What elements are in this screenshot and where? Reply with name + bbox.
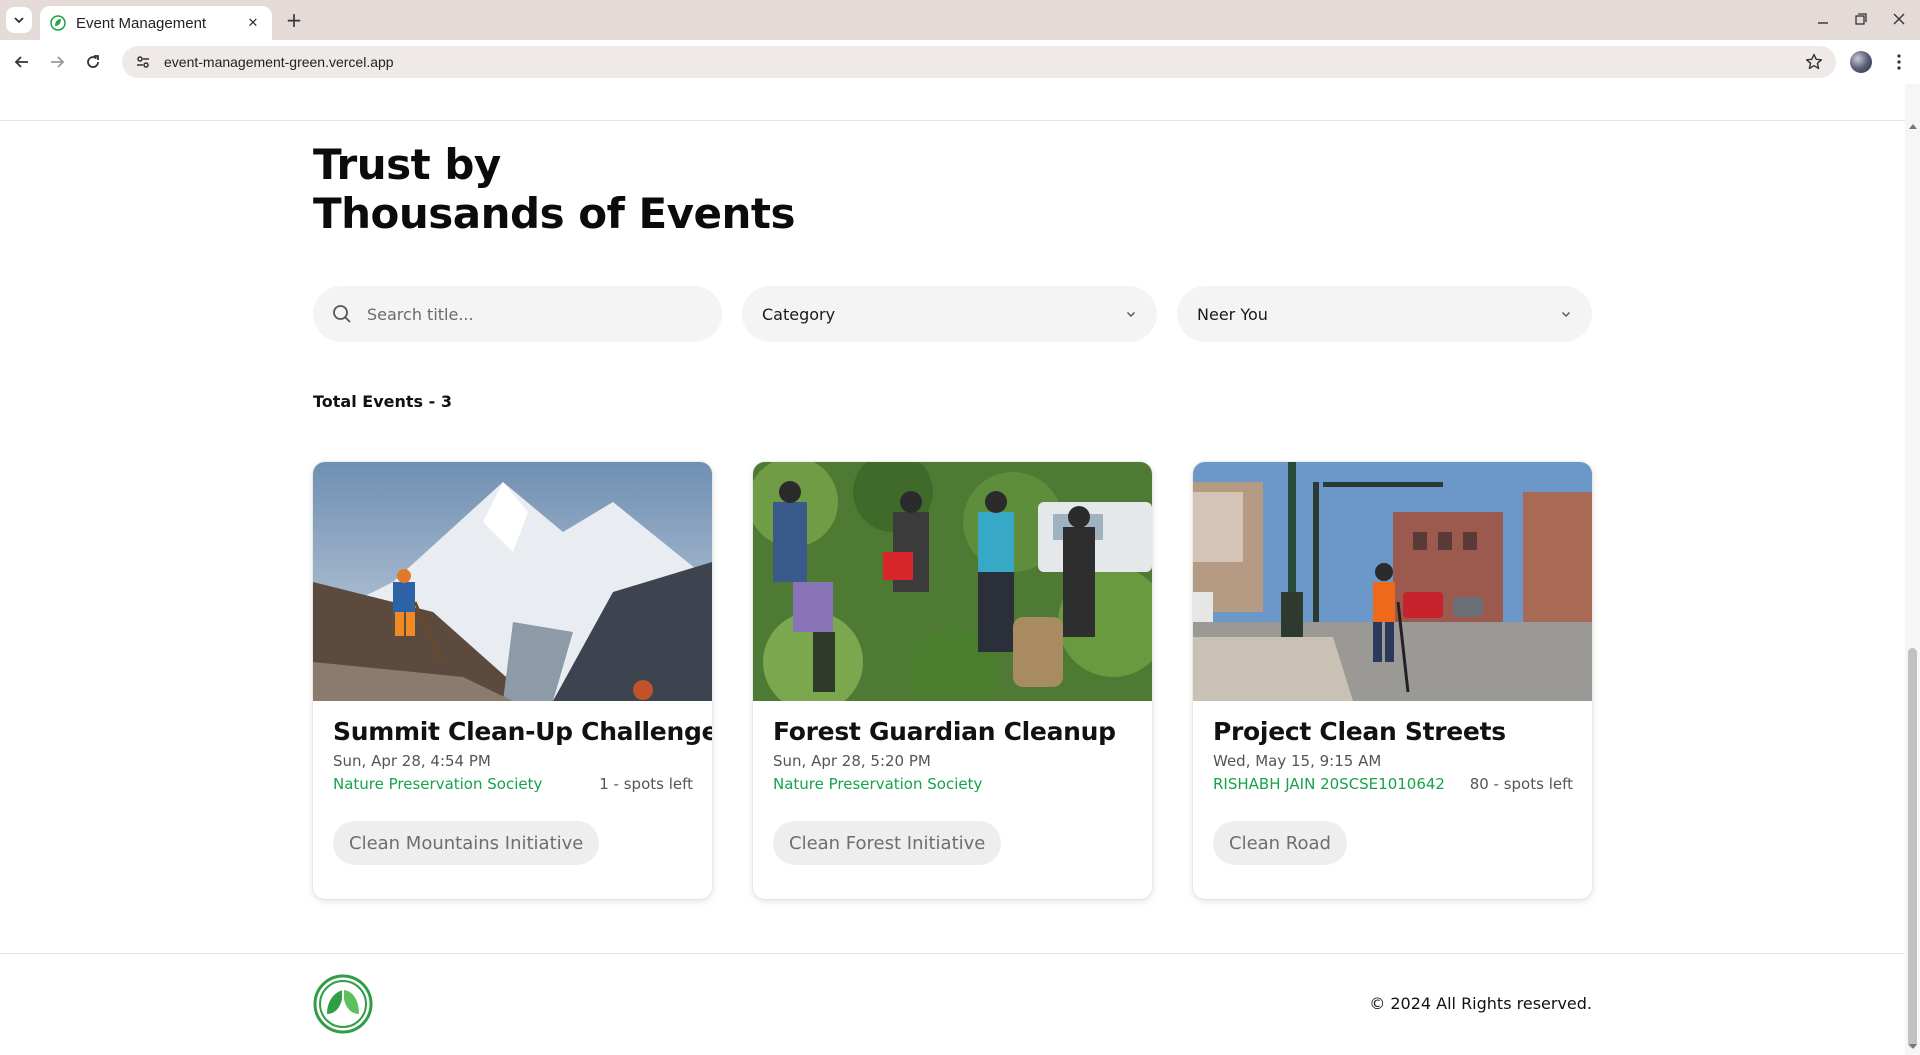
mountain-cleanup-image	[313, 462, 712, 701]
event-card[interactable]: Project Clean Streets Wed, May 15, 9:15 …	[1193, 462, 1592, 899]
chevron-down-icon	[14, 17, 24, 24]
event-category-tag[interactable]: Clean Road	[1213, 821, 1347, 865]
tab-search-button[interactable]	[6, 7, 32, 33]
tab-title: Event Management	[76, 14, 207, 32]
event-card[interactable]: Summit Clean-Up Challenge Sun, Apr 28, 4…	[313, 462, 712, 899]
event-spots-left: 1 - spots left	[599, 775, 693, 793]
copyright-text: © 2024 All Rights reserved.	[1369, 994, 1592, 1013]
scrollbar-thumb[interactable]	[1908, 648, 1917, 1048]
scroll-down-arrow-icon[interactable]	[1909, 1044, 1917, 1049]
page-title-line-2: Thousands of Events	[313, 189, 796, 238]
event-category-tag[interactable]: Clean Forest Initiative	[773, 821, 1002, 865]
plus-icon[interactable]: +	[282, 8, 306, 32]
page-title-line-1: Trust by	[313, 140, 501, 189]
leaf-favicon-icon	[50, 15, 66, 31]
site-info-icon[interactable]	[132, 51, 154, 73]
location-select-label: Neer You	[1197, 304, 1268, 324]
event-organizer: Nature Preservation Society	[773, 775, 983, 793]
category-select[interactable]: Category	[742, 286, 1157, 342]
event-meta: Nature Preservation Society 1 - spots le…	[333, 775, 693, 793]
event-card-body: Summit Clean-Up Challenge Sun, Apr 28, 4…	[333, 717, 712, 793]
profile-avatar[interactable]	[1850, 51, 1872, 73]
search-icon	[331, 303, 353, 325]
forward-arrow-icon[interactable]	[45, 50, 69, 74]
restore-icon[interactable]	[1850, 6, 1872, 32]
event-date: Sun, Apr 28, 5:20 PM	[773, 752, 931, 770]
chevron-down-icon	[1562, 312, 1570, 317]
address-bar[interactable]: event-management-green.vercel.app	[122, 46, 1836, 78]
event-card-list: Summit Clean-Up Challenge Sun, Apr 28, 4…	[313, 462, 1593, 902]
filter-bar: Category Neer You	[313, 286, 1592, 342]
event-meta: Nature Preservation Society	[773, 775, 1133, 793]
browser-tab-bar: Event Management ✕ +	[0, 0, 1920, 40]
event-date: Sun, Apr 28, 4:54 PM	[333, 752, 491, 770]
location-select[interactable]: Neer You	[1177, 286, 1592, 342]
close-icon[interactable]: ✕	[244, 14, 262, 32]
category-select-label: Category	[762, 304, 836, 324]
leaf-logo-icon[interactable]	[313, 974, 373, 1034]
event-organizer: RISHABH JAIN 20SCSE1010642	[1213, 775, 1445, 793]
more-menu-icon[interactable]	[1887, 50, 1911, 74]
event-card-body: Project Clean Streets Wed, May 15, 9:15 …	[1213, 717, 1573, 793]
vertical-scrollbar[interactable]	[1905, 84, 1920, 1055]
total-events-count: Total Events - 3	[313, 392, 452, 411]
reload-icon[interactable]	[81, 50, 105, 74]
event-card[interactable]: Forest Guardian Cleanup Sun, Apr 28, 5:2…	[753, 462, 1152, 899]
page-content: Trust by Thousands of Events Category Ne…	[0, 84, 1905, 1055]
url-text[interactable]: event-management-green.vercel.app	[164, 54, 1800, 70]
street-sweeper-image	[1193, 462, 1592, 701]
event-card-body: Forest Guardian Cleanup Sun, Apr 28, 5:2…	[773, 717, 1133, 793]
event-meta: RISHABH JAIN 20SCSE1010642 80 - spots le…	[1213, 775, 1573, 793]
window-controls	[1812, 6, 1910, 32]
browser-tab-active[interactable]: Event Management ✕	[40, 6, 272, 40]
bookmark-star-icon[interactable]	[1800, 48, 1828, 76]
browser-toolbar: event-management-green.vercel.app	[0, 40, 1920, 84]
event-title[interactable]: Project Clean Streets	[1213, 717, 1573, 746]
event-date: Wed, May 15, 9:15 AM	[1213, 752, 1382, 770]
search-box[interactable]	[313, 286, 722, 342]
event-title[interactable]: Summit Clean-Up Challenge	[333, 717, 712, 746]
scroll-up-arrow-icon[interactable]	[1909, 124, 1917, 129]
chevron-down-icon	[1127, 312, 1135, 317]
forest-volunteers-image	[753, 462, 1152, 701]
event-spots-left: 80 - spots left	[1469, 775, 1573, 793]
event-category-tag[interactable]: Clean Mountains Initiative	[333, 821, 600, 865]
event-title[interactable]: Forest Guardian Cleanup	[773, 717, 1133, 746]
back-arrow-icon[interactable]	[10, 50, 34, 74]
minimize-icon[interactable]	[1812, 6, 1834, 32]
search-input[interactable]	[367, 304, 687, 324]
page-title: Trust by Thousands of Events	[313, 140, 796, 238]
header-divider	[0, 120, 1905, 121]
event-organizer: Nature Preservation Society	[333, 775, 543, 793]
footer-divider	[0, 953, 1905, 954]
close-window-icon[interactable]	[1888, 6, 1910, 32]
